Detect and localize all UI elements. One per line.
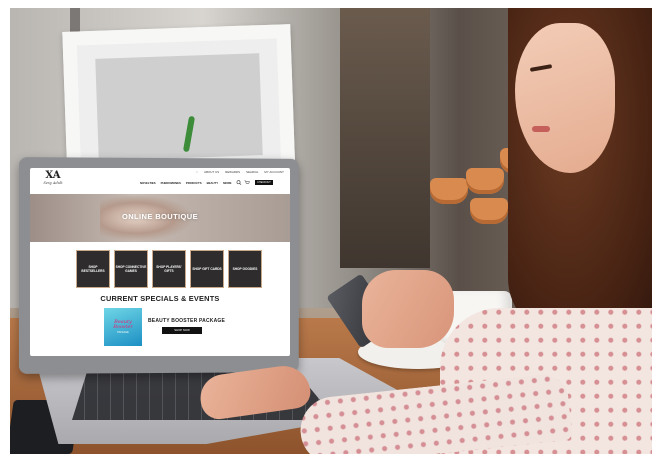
logo-mark: XA <box>45 170 61 181</box>
nav-item[interactable]: BEAUTY <box>207 181 219 185</box>
tile-label: SHOP GIFT CARDS <box>192 267 222 271</box>
dark-shelf <box>340 8 430 268</box>
logo-text: Sexy Adult <box>43 181 63 185</box>
tile-label: SHOP GOODIES <box>232 267 258 271</box>
promo-image-line: PACKAGE <box>117 331 129 334</box>
site-top-links: ♡ ABOUT US REWARDS SEARCH MY ACCOUNT <box>30 168 290 176</box>
category-tile[interactable]: SHOP PLAYERS' GIFTS <box>152 250 186 288</box>
nav-item[interactable]: MORE <box>223 181 231 185</box>
tile-label: SHOP BESTSELLERS <box>81 265 105 273</box>
top-link[interactable]: REWARDS <box>225 170 240 174</box>
category-tile[interactable]: SHOP BESTSELLERS <box>76 250 110 288</box>
top-link[interactable]: ♡ <box>196 170 199 174</box>
specials-heading: CURRENT SPECIALS & EVENTS <box>100 294 220 303</box>
top-link[interactable]: ABOUT US <box>204 170 219 174</box>
hero-banner: ONLINE BOUTIQUE <box>30 194 290 242</box>
lips <box>532 126 550 132</box>
hero-title: ONLINE BOUTIQUE <box>121 212 198 221</box>
search-icon[interactable] <box>236 180 242 185</box>
top-link[interactable]: SEARCH <box>246 170 258 174</box>
shop-now-button[interactable]: SHOP NOW <box>162 327 202 334</box>
category-tile[interactable]: SHOP GOODIES <box>228 250 262 288</box>
hand-holding-card <box>362 270 454 348</box>
checkout-button[interactable]: CHECKOUT <box>255 180 273 185</box>
category-tiles: SHOP BESTSELLERS SHOP CONNECTIVE GAMES S… <box>76 250 262 288</box>
nav-item[interactable]: PRODUCTS <box>186 181 202 185</box>
laptop-screen: ♡ ABOUT US REWARDS SEARCH MY ACCOUNT XA … <box>30 168 290 356</box>
promo-image-line: Booster <box>113 324 133 330</box>
tile-label: SHOP CONNECTIVE GAMES <box>115 265 147 273</box>
pot <box>470 198 508 224</box>
pot <box>430 178 468 204</box>
cart-icon[interactable] <box>244 180 250 185</box>
nav-item[interactable]: PHEROMONES <box>161 181 181 185</box>
tile-label: SHOP PLAYERS' GIFTS <box>156 265 182 273</box>
site-main-nav: NOVELTIES PHEROMONES PRODUCTS BEAUTY MOR… <box>140 181 231 185</box>
nav-item[interactable]: NOVELTIES <box>140 181 156 185</box>
promo-title: BEAUTY BOOSTER PACKAGE <box>148 318 226 324</box>
pot <box>466 168 504 194</box>
picture-frame-inner <box>95 53 263 161</box>
photo-scene: ♡ ABOUT US REWARDS SEARCH MY ACCOUNT XA … <box>0 0 661 461</box>
category-tile[interactable]: SHOP GIFT CARDS <box>190 250 224 288</box>
top-link[interactable]: MY ACCOUNT <box>264 170 284 174</box>
photo: ♡ ABOUT US REWARDS SEARCH MY ACCOUNT XA … <box>10 8 652 454</box>
promo-image[interactable]: Beauty Booster PACKAGE <box>104 308 142 346</box>
category-tile[interactable]: SHOP CONNECTIVE GAMES <box>114 250 148 288</box>
site-logo[interactable]: XA Sexy Adult <box>38 171 68 191</box>
